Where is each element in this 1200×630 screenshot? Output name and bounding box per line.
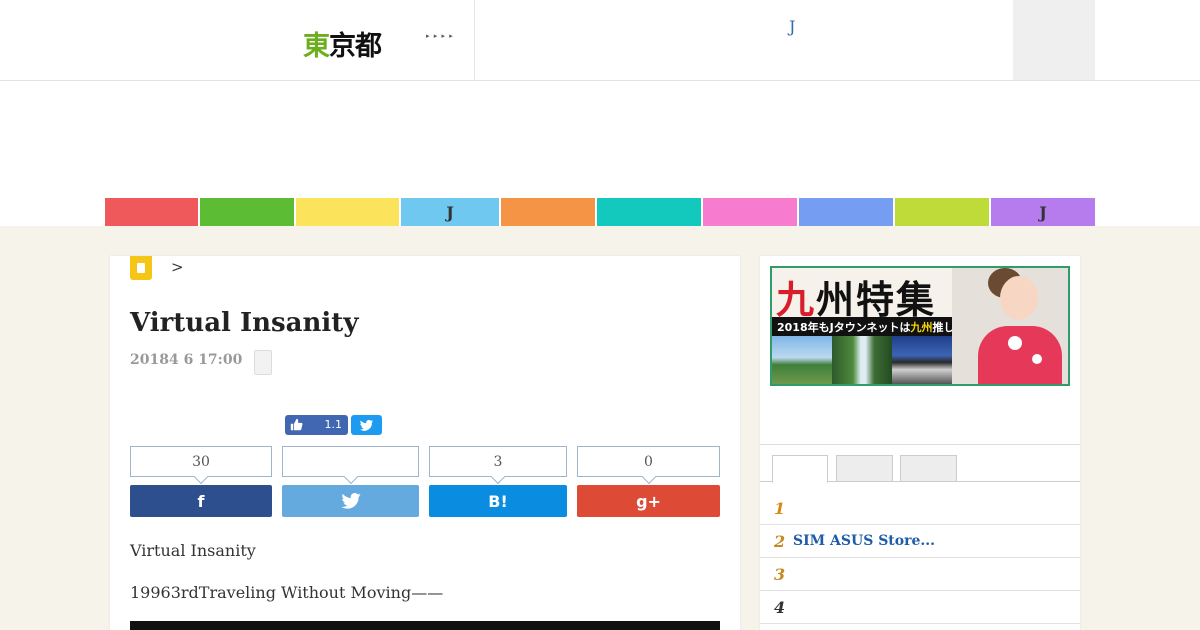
nav-item-5[interactable] <box>501 198 595 226</box>
region-selector-dots[interactable]: ▸ ▸ ▸ ▸ <box>426 27 456 46</box>
twitter-share-button[interactable] <box>282 485 419 517</box>
banner-title: 九州特集 <box>776 269 936 324</box>
nav-item-10[interactable]: J <box>991 198 1095 226</box>
article-title: Virtual Insanity <box>130 308 359 338</box>
ranking-number: 1 <box>774 499 786 518</box>
thumbs-up-icon <box>290 418 303 434</box>
banner-subtitle: 2018年もJタウンネットは九州推し！ <box>772 317 971 337</box>
banner-person-image <box>952 268 1068 384</box>
category-nav: J J <box>105 198 1095 226</box>
article-paragraph: 19963rdTraveling Without Moving—— <box>130 583 444 602</box>
twitter-icon <box>360 419 373 431</box>
ranking-tab-2[interactable] <box>836 455 893 482</box>
sidebar-divider <box>760 444 1080 445</box>
banner-title-red: 九 <box>776 278 817 322</box>
share-counts: 30 3 0 <box>130 446 720 477</box>
kyushu-feature-banner[interactable]: 九州特集 2018年もJタウンネットは九州推し！ <box>770 266 1070 386</box>
banner-photo-coast <box>772 336 832 384</box>
facebook-like-button[interactable]: 1.1 <box>285 415 348 435</box>
logo-rest: 京都 <box>329 31 382 62</box>
ranking-item[interactable]: 2 SIM ASUS Store... <box>760 525 1080 558</box>
ranking-tab-1[interactable] <box>772 455 828 483</box>
tweet-button-small[interactable] <box>351 415 382 435</box>
header-center-mark[interactable]: J <box>789 17 795 36</box>
category-tag-button[interactable] <box>254 350 272 375</box>
ranking-title: SIM ASUS Store... <box>793 533 936 549</box>
twitter-icon <box>340 493 361 509</box>
ranking-number: 4 <box>774 598 786 617</box>
nav-item-3[interactable] <box>296 198 399 226</box>
nav-item-6[interactable] <box>597 198 701 226</box>
nav-item-7[interactable] <box>703 198 797 226</box>
banner-photo-castle <box>892 336 952 384</box>
banner-photo-waterfall <box>832 336 892 384</box>
ranking-number: 3 <box>774 565 786 584</box>
facebook-like-count: 1.1 <box>324 418 343 431</box>
article-date: 20184 6 17:00 <box>130 352 243 368</box>
facebook-share-button[interactable]: f <box>130 485 272 517</box>
nav-item-9[interactable] <box>895 198 989 226</box>
nav-item-4[interactable]: J <box>401 198 499 226</box>
ranking-number: 2 <box>774 532 786 551</box>
article-paragraph: Virtual Insanity <box>130 541 256 560</box>
article-card: > Virtual Insanity 20184 6 17:00 1.1 30 … <box>110 256 740 630</box>
header-divider <box>474 0 475 80</box>
hatena-icon: B! <box>488 491 508 511</box>
banner-subtitle-pre: 2018年もJタウンネットは <box>777 321 911 334</box>
banner-title-rest: 州特集 <box>816 278 937 322</box>
twitter-share-count <box>282 446 419 477</box>
site-header: 東京都 ▸ ▸ ▸ ▸ J <box>0 0 1200 81</box>
nav-item-2[interactable] <box>200 198 294 226</box>
category-book-icon[interactable] <box>130 256 152 280</box>
facebook-share-count: 30 <box>130 446 272 477</box>
google-plus-share-button[interactable]: g+ <box>577 485 720 517</box>
sidebar: 九州特集 2018年もJタウンネットは九州推し！ 1 2 SIM ASUS St… <box>760 256 1080 630</box>
logo-first-char: 東 <box>303 31 330 62</box>
ranking-item[interactable]: 3 <box>760 558 1080 591</box>
ranking-item[interactable]: 1 <box>760 492 1080 525</box>
site-logo[interactable]: 東京都 <box>303 24 382 63</box>
hatena-bookmark-count: 3 <box>429 446 567 477</box>
share-buttons: f B! g+ <box>130 485 720 517</box>
breadcrumb-separator: > <box>171 258 184 276</box>
banner-subtitle-highlight: 九州 <box>910 321 933 334</box>
header-menu-button[interactable] <box>1013 0 1095 80</box>
ranking-item[interactable]: 4 <box>760 591 1080 624</box>
nav-item-1[interactable] <box>105 198 198 226</box>
google-plus-count: 0 <box>577 446 720 477</box>
ranking-tab-3[interactable] <box>900 455 957 482</box>
embedded-video[interactable] <box>130 621 720 630</box>
nav-item-8[interactable] <box>799 198 893 226</box>
hatena-bookmark-button[interactable]: B! <box>429 485 567 517</box>
google-plus-icon: g+ <box>636 491 661 511</box>
facebook-icon: f <box>197 491 205 511</box>
